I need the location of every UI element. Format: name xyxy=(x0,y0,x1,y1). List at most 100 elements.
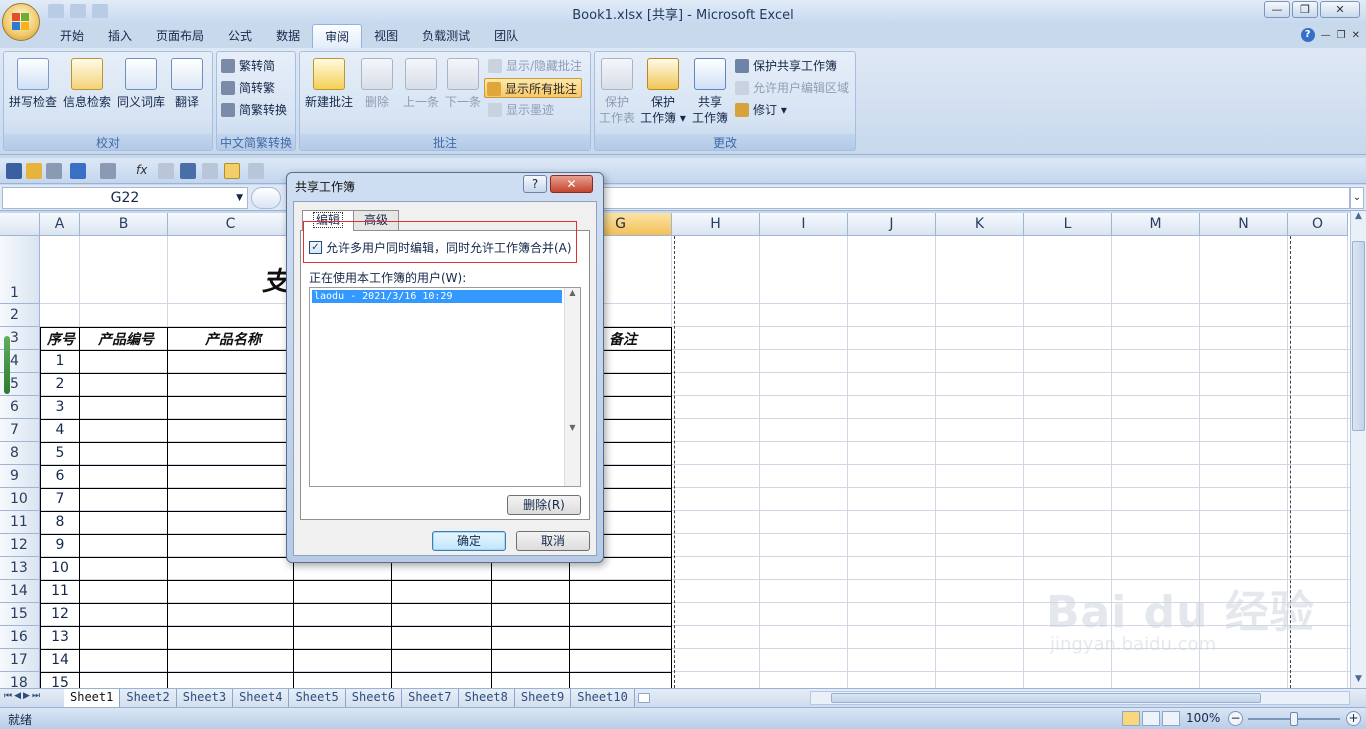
simp-to-trad-button[interactable]: 简转繁 xyxy=(219,78,275,98)
chevron-down-icon[interactable]: ▼ xyxy=(236,188,243,208)
list-item[interactable]: laodu - 2021/3/16 10:29 xyxy=(312,290,562,303)
translate-button[interactable]: 翻译 xyxy=(160,56,214,110)
column-header-b[interactable]: B xyxy=(80,213,168,236)
insert-function-button[interactable] xyxy=(251,187,281,209)
row-header-18[interactable]: 18 xyxy=(0,672,40,688)
column-header-k[interactable]: K xyxy=(936,213,1024,236)
horizontal-scroll-thumb[interactable] xyxy=(831,693,1261,703)
track-changes-button[interactable]: 修订 ▾ xyxy=(733,100,787,120)
research-button[interactable]: 信息检索 xyxy=(60,56,114,110)
sheet-tab-sheet7[interactable]: Sheet7 xyxy=(402,689,459,707)
header-product-code[interactable]: 产品编号 xyxy=(82,329,170,349)
serial-cell[interactable]: 12 xyxy=(40,606,80,622)
row-header-9[interactable]: 9 xyxy=(0,465,40,488)
sheet-tab-sheet2[interactable]: Sheet2 xyxy=(120,689,177,707)
tab-formulas[interactable]: 公式 xyxy=(216,24,264,48)
show-ink-button[interactable]: 显示墨迹 xyxy=(486,100,554,120)
help-icon[interactable]: ? xyxy=(1300,28,1315,42)
row-header-12[interactable]: 12 xyxy=(0,534,40,557)
show-hide-comment-button[interactable]: 显示/隐藏批注 xyxy=(486,56,582,76)
vertical-scroll-thumb[interactable] xyxy=(1352,241,1365,431)
serial-cell[interactable]: 10 xyxy=(40,560,80,576)
serial-cell[interactable]: 15 xyxy=(40,675,80,688)
header-serial[interactable]: 序号 xyxy=(41,329,81,349)
serial-cell[interactable]: 4 xyxy=(40,422,80,438)
protect-sheet-button[interactable]: 保护 工作表 xyxy=(595,56,639,126)
minimize-button[interactable]: — xyxy=(1264,1,1290,18)
restore-button[interactable]: ❐ xyxy=(1292,1,1318,18)
close-button[interactable]: ✕ xyxy=(1320,1,1360,18)
serial-cell[interactable]: 5 xyxy=(40,445,80,461)
column-header-n[interactable]: N xyxy=(1200,213,1288,236)
function-icon[interactable]: fx xyxy=(136,163,152,179)
undo-icon[interactable] xyxy=(70,163,86,179)
vertical-scrollbar[interactable]: ▲ ▼ xyxy=(1350,211,1366,688)
list-scrollbar[interactable]: ▲ ▼ xyxy=(564,288,580,486)
column-header-j[interactable]: J xyxy=(848,213,936,236)
expand-formula-bar-icon[interactable]: ⌄ xyxy=(1350,187,1364,209)
serial-cell[interactable]: 6 xyxy=(40,468,80,484)
new-comment-button[interactable]: 新建批注 xyxy=(302,56,356,110)
insert-sheet-button[interactable] xyxy=(635,689,653,707)
column-header-h[interactable]: H xyxy=(672,213,760,236)
normal-view-icon[interactable] xyxy=(1122,711,1140,726)
sheet-tab-sheet6[interactable]: Sheet6 xyxy=(345,689,403,707)
print-preview-icon[interactable] xyxy=(46,163,62,179)
serial-cell[interactable]: 14 xyxy=(40,652,80,668)
tab-view[interactable]: 视图 xyxy=(362,24,410,48)
column-header-m[interactable]: M xyxy=(1112,213,1200,236)
tab-review[interactable]: 审阅 xyxy=(312,24,363,48)
horizontal-scrollbar[interactable] xyxy=(810,691,1350,705)
table-icon[interactable] xyxy=(180,163,196,179)
sort-icon[interactable] xyxy=(248,163,264,179)
first-sheet-icon[interactable]: ⏮ xyxy=(4,691,12,701)
row-header-16[interactable]: 16 xyxy=(0,626,40,649)
open-icon[interactable] xyxy=(26,163,42,179)
office-button[interactable] xyxy=(2,3,40,41)
dialog-help-button[interactable]: ? xyxy=(523,175,547,193)
borders-icon[interactable] xyxy=(158,163,174,179)
trad-to-simp-button[interactable]: 繁转简 xyxy=(219,56,275,76)
row-header-1[interactable]: 1 xyxy=(0,236,40,304)
column-header-l[interactable]: L xyxy=(1024,213,1112,236)
row-header-17[interactable]: 17 xyxy=(0,649,40,672)
header-product-name[interactable]: 产品名称 xyxy=(170,329,296,349)
serial-cell[interactable]: 11 xyxy=(40,583,80,599)
column-header-i[interactable]: I xyxy=(760,213,848,236)
tab-home[interactable]: 开始 xyxy=(48,24,96,48)
share-workbook-button[interactable]: 共享 工作簿 xyxy=(687,56,733,126)
select-all-corner[interactable] xyxy=(0,213,40,236)
ok-button[interactable]: 确定 xyxy=(432,531,506,551)
row-header-7[interactable]: 7 xyxy=(0,419,40,442)
users-list[interactable]: laodu - 2021/3/16 10:29 ▲ ▼ xyxy=(309,287,581,487)
serial-cell[interactable]: 13 xyxy=(40,629,80,645)
name-box[interactable]: G22 ▼ xyxy=(2,187,248,209)
sheet-tab-sheet1[interactable]: Sheet1 xyxy=(64,689,121,707)
scroll-up-icon[interactable]: ▲ xyxy=(1351,211,1366,225)
row-header-2[interactable]: 2 xyxy=(0,304,40,327)
row-header-10[interactable]: 10 xyxy=(0,488,40,511)
protect-workbook-button[interactable]: 保护 工作簿 ▾ xyxy=(639,56,687,126)
column-header-o[interactable]: O xyxy=(1288,213,1348,236)
next-comment-button[interactable]: 下一条 xyxy=(436,56,490,110)
tab-team[interactable]: 团队 xyxy=(482,24,530,48)
serial-cell[interactable]: 1 xyxy=(40,353,80,369)
prev-sheet-icon[interactable]: ◀ xyxy=(14,691,21,701)
ribbon-close-icon[interactable]: ✕ xyxy=(1352,30,1360,41)
cancel-button[interactable]: 取消 xyxy=(516,531,590,551)
show-all-comments-button[interactable]: 显示所有批注 xyxy=(484,78,582,98)
allow-edit-ranges-button[interactable]: 允许用户编辑区域 xyxy=(733,78,849,98)
last-sheet-icon[interactable]: ⏭ xyxy=(32,691,40,701)
format-painter-icon[interactable] xyxy=(100,163,116,179)
dialog-close-button[interactable]: ✕ xyxy=(550,175,593,193)
column-header-a[interactable]: A xyxy=(40,213,80,236)
sheet-tab-sheet9[interactable]: Sheet9 xyxy=(514,689,572,707)
column-header-c[interactable]: C xyxy=(168,213,294,236)
page-break-view-icon[interactable] xyxy=(1162,711,1180,726)
save-icon[interactable] xyxy=(6,163,22,179)
tab-insert[interactable]: 插入 xyxy=(96,24,144,48)
scroll-down-icon[interactable]: ▼ xyxy=(1351,674,1366,688)
serial-cell[interactable]: 8 xyxy=(40,514,80,530)
serial-cell[interactable]: 9 xyxy=(40,537,80,553)
next-sheet-icon[interactable]: ▶ xyxy=(23,691,30,701)
